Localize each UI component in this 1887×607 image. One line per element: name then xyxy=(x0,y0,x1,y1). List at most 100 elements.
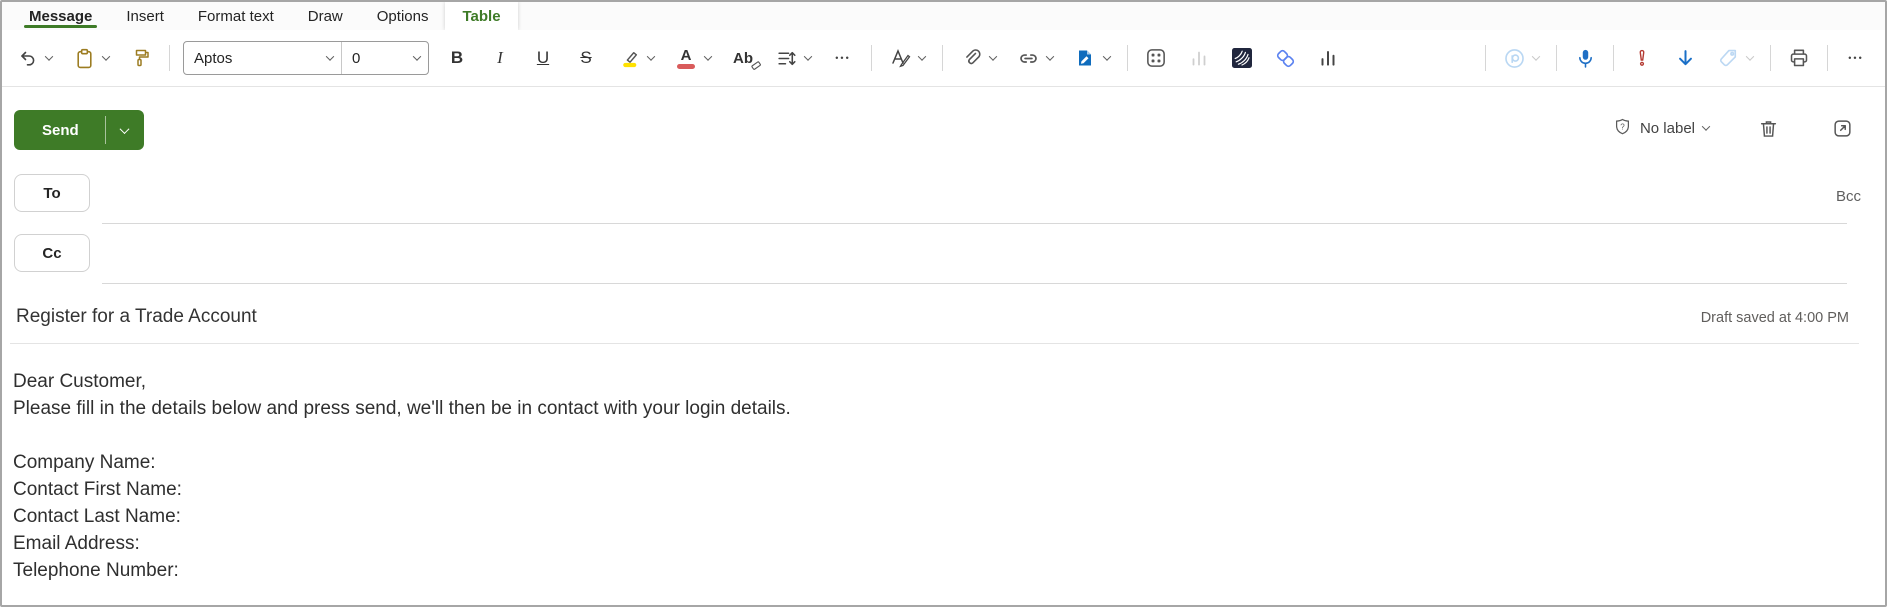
paperclip-icon xyxy=(961,48,982,69)
chart-addin-disabled-button[interactable] xyxy=(1184,42,1214,74)
printer-icon xyxy=(1788,47,1810,69)
subject-field[interactable]: Register for a Trade Account xyxy=(16,306,257,328)
send-button[interactable]: Send xyxy=(14,110,105,150)
link-dropdown[interactable] xyxy=(1043,42,1057,74)
paste-button[interactable] xyxy=(69,42,99,74)
chevron-down-icon xyxy=(101,52,111,61)
toolbar-divider xyxy=(1770,45,1771,71)
apps-button[interactable] xyxy=(1141,42,1171,74)
cc-recipients-field[interactable] xyxy=(102,234,1847,284)
print-button[interactable] xyxy=(1784,42,1814,74)
send-row: Send ? No label xyxy=(2,88,1885,150)
signature-dropdown[interactable] xyxy=(1100,42,1114,74)
send-options-dropdown[interactable] xyxy=(106,110,144,150)
ellipsis-icon: ••• xyxy=(835,53,851,63)
popout-icon xyxy=(1832,118,1853,139)
highlight-button[interactable] xyxy=(614,42,644,74)
ellipsis-icon: ••• xyxy=(1848,53,1864,63)
undo-button[interactable] xyxy=(12,42,42,74)
toolbar-divider xyxy=(942,45,943,71)
message-body-editor[interactable]: Dear Customer, Please fill in the detail… xyxy=(13,368,1865,597)
font-size-value: 0 xyxy=(352,49,361,67)
dictate-button[interactable] xyxy=(1570,42,1600,74)
chevron-down-icon xyxy=(412,52,422,61)
highlight-icon xyxy=(619,48,640,69)
to-button[interactable]: To xyxy=(14,174,90,212)
chart-addin-button[interactable] xyxy=(1313,42,1343,74)
discard-draft-button[interactable] xyxy=(1753,112,1783,144)
to-recipients-field[interactable]: Bcc xyxy=(102,174,1861,224)
font-color-button[interactable]: A xyxy=(671,42,701,74)
chevron-down-icon xyxy=(803,52,813,61)
tab-table[interactable]: Table xyxy=(445,2,518,30)
italic-button[interactable]: I xyxy=(485,42,515,74)
toolbar-divider xyxy=(1613,45,1614,71)
chevron-down-icon xyxy=(1045,52,1055,61)
line-spacing-button[interactable] xyxy=(771,42,801,74)
svg-text:?: ? xyxy=(1620,122,1625,131)
line-spacing-dropdown[interactable] xyxy=(801,42,815,74)
to-label: To xyxy=(43,184,61,202)
styles-button[interactable] xyxy=(885,42,915,74)
cc-button[interactable]: Cc xyxy=(14,234,90,272)
tab-message[interactable]: Message xyxy=(12,2,109,30)
toolbar-overflow-button[interactable]: ••• xyxy=(1841,42,1871,74)
low-importance-button[interactable] xyxy=(1670,42,1700,74)
underline-button[interactable]: U xyxy=(528,42,558,74)
swirl-addin-icon xyxy=(1232,48,1252,68)
signature-button[interactable] xyxy=(1070,42,1100,74)
chevron-down-icon xyxy=(119,123,130,134)
draft-saved-status: Draft saved at 4:00 PM xyxy=(1700,310,1849,326)
sensitivity-button[interactable] xyxy=(1713,42,1743,74)
font-color-dropdown[interactable] xyxy=(701,42,715,74)
styles-dropdown[interactable] xyxy=(915,42,929,74)
tab-insert[interactable]: Insert xyxy=(109,2,181,30)
copilot-button[interactable] xyxy=(1499,42,1529,74)
undo-icon xyxy=(17,48,37,68)
attach-dropdown[interactable] xyxy=(986,42,1000,74)
tab-options-label: Options xyxy=(376,7,429,25)
bcc-toggle[interactable]: Bcc xyxy=(1836,188,1861,205)
tab-options[interactable]: Options xyxy=(360,2,446,30)
tab-format-text[interactable]: Format text xyxy=(181,2,291,30)
chevron-down-icon xyxy=(917,52,927,61)
font-size-select[interactable]: 0 xyxy=(342,42,428,74)
toolbar-divider xyxy=(169,45,170,71)
copilot-icon xyxy=(1503,47,1526,70)
sensitivity-tag-icon xyxy=(1717,47,1739,69)
formatting-toolbar: Aptos 0 B I U S A Ab ••• ••• xyxy=(2,30,1885,87)
underline-icon: U xyxy=(536,48,550,67)
bar-chart-icon xyxy=(1317,47,1339,69)
clear-formatting-button[interactable]: Ab xyxy=(728,42,761,74)
tab-table-label: Table xyxy=(462,7,501,25)
dark-swirl-addin-button[interactable] xyxy=(1227,42,1257,74)
format-painter-button[interactable] xyxy=(126,42,156,74)
highlight-dropdown[interactable] xyxy=(644,42,658,74)
exclamation-icon xyxy=(1632,48,1652,68)
blue-loops-addin-button[interactable] xyxy=(1270,42,1300,74)
send-split-button: Send xyxy=(14,110,144,150)
strikethrough-icon: S xyxy=(580,48,592,67)
tab-draw[interactable]: Draw xyxy=(291,2,360,30)
more-formatting-button[interactable]: ••• xyxy=(828,42,858,74)
sensitivity-dropdown[interactable] xyxy=(1743,42,1757,74)
strikethrough-button[interactable]: S xyxy=(571,42,601,74)
trash-icon xyxy=(1758,118,1779,139)
body-line: Contact Last Name: xyxy=(13,506,181,527)
sensitivity-label-dropdown[interactable]: ? No label xyxy=(1613,117,1711,140)
tab-draw-label: Draw xyxy=(307,7,343,25)
attach-file-button[interactable] xyxy=(956,42,986,74)
bold-button[interactable]: B xyxy=(442,42,472,74)
toolbar-divider xyxy=(871,45,872,71)
font-name-select[interactable]: Aptos xyxy=(184,42,342,74)
high-importance-button[interactable] xyxy=(1627,42,1657,74)
bar-chart-faint-icon xyxy=(1188,47,1210,69)
active-tab-indicator xyxy=(24,25,98,28)
paste-dropdown[interactable] xyxy=(99,42,113,74)
undo-dropdown[interactable] xyxy=(42,42,56,74)
toolbar-right-cluster: ••• xyxy=(1485,42,1871,74)
open-in-new-window-button[interactable] xyxy=(1827,112,1857,144)
insert-link-button[interactable] xyxy=(1013,42,1043,74)
copilot-dropdown[interactable] xyxy=(1529,42,1543,74)
body-line: Please fill in the details below and pre… xyxy=(13,398,791,419)
